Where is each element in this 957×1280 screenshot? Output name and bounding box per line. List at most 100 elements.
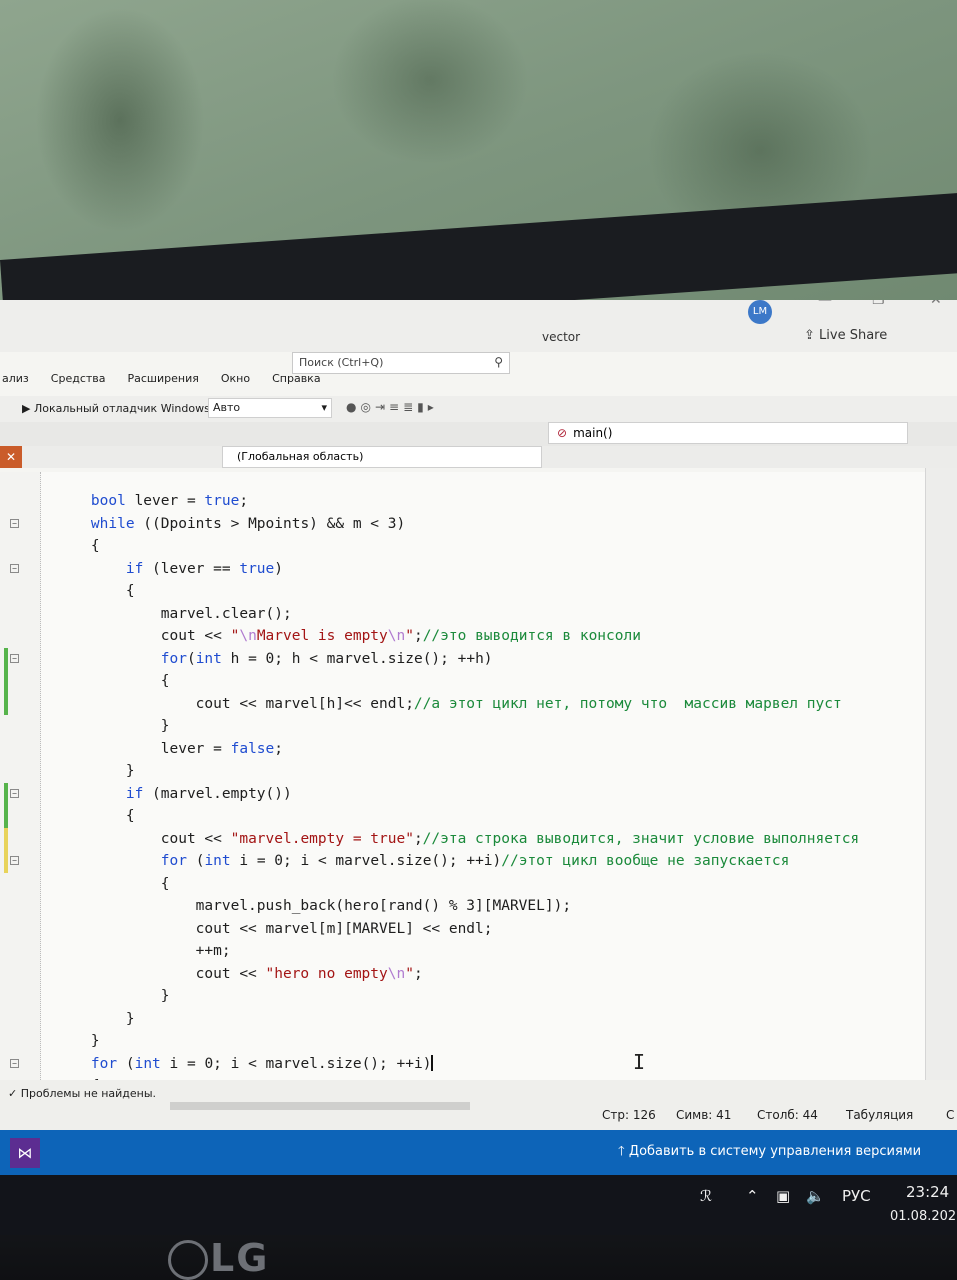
clock-time[interactable]: 23:24 <box>906 1183 949 1201</box>
project-name: vector <box>542 330 581 344</box>
horizontal-scrollbar[interactable] <box>170 1102 470 1110</box>
scope-dropdown[interactable]: (Глобальная область) <box>222 446 542 468</box>
start-debugger-button[interactable]: ▶ Локальный отладчик Windows ▾ <box>22 402 219 415</box>
fold-toggle-icon[interactable]: − <box>10 563 19 573</box>
visual-studio-icon[interactable]: ⋈ <box>10 1138 40 1168</box>
code-line[interactable]: } <box>0 715 859 738</box>
code-editor[interactable]: bool lever = true; − while ((Dpoints > Mp… <box>0 472 925 1094</box>
arrow-up-icon: 🡑 <box>618 1144 629 1159</box>
comment-icon[interactable]: ≡ <box>389 400 403 414</box>
step-icon[interactable]: ⇥ <box>375 400 389 414</box>
code-line[interactable]: { <box>0 670 859 693</box>
code-line[interactable]: cout << marvel[m][MARVEL] << endl; <box>0 918 859 941</box>
menu-item-analyze[interactable]: ализ <box>0 370 31 396</box>
char-number[interactable]: Симв: 41 <box>676 1108 731 1122</box>
code-line[interactable]: } <box>0 985 859 1008</box>
code-token: if <box>125 785 144 802</box>
change-marker <box>4 850 8 873</box>
volume-icon[interactable]: 🔈 <box>806 1187 825 1205</box>
fold-toggle-icon[interactable]: − <box>10 653 19 663</box>
member-dropdown[interactable]: ⊘ main() <box>548 422 908 444</box>
fold-toggle-icon[interactable]: − <box>10 856 19 865</box>
code-token: "marvel.empty = true" <box>230 830 414 847</box>
code-line[interactable]: lever = false; <box>0 738 859 761</box>
code-line[interactable]: − for(int h = 0; h < marvel.size(); ++h) <box>0 647 859 670</box>
menu-item-window[interactable]: Окно <box>219 370 252 396</box>
code-token: ( <box>186 650 196 667</box>
chevron-down-icon: ▾ <box>321 401 327 414</box>
menu-item-help[interactable]: Справка <box>270 370 322 396</box>
code-line[interactable]: { <box>0 805 859 828</box>
code-token: if <box>125 560 144 577</box>
search-box[interactable]: Поиск (Ctrl+Q) ⚲ <box>292 352 510 374</box>
code-line[interactable]: cout << "marvel.empty = true";//эта стро… <box>0 827 859 850</box>
network-icon[interactable]: ▣ <box>776 1187 790 1205</box>
text-caret <box>431 1054 434 1071</box>
code-line[interactable]: − for (int i = 0; i < marvel.size(); ++i… <box>0 1053 859 1076</box>
uncomment-icon[interactable]: ≣ <box>403 400 417 414</box>
breakpoint-icon[interactable]: ● <box>346 400 360 414</box>
code-line[interactable]: marvel.push_back(hero[rand() % 3][MARVEL… <box>0 895 859 918</box>
column-number[interactable]: Столб: 44 <box>757 1108 818 1122</box>
clock-date[interactable]: 01.08.202 <box>890 1209 956 1224</box>
code-token: ; <box>413 965 423 982</box>
bookmark-next-icon[interactable]: ▸ <box>428 400 438 414</box>
problems-text: Проблемы не найдены. <box>20 1087 157 1100</box>
code-token: " <box>405 965 414 982</box>
code-line[interactable]: cout << "\nMarvel is empty\n";//это выво… <box>0 625 859 648</box>
code-token: //этот цикл вообще не запускается <box>501 853 790 869</box>
menu-item-tools[interactable]: Средства <box>49 370 108 396</box>
code-line[interactable]: − if (marvel.empty()) <box>0 782 859 805</box>
restore-icon[interactable]: ❐ <box>872 300 885 308</box>
code-line[interactable]: { <box>0 535 859 558</box>
chevron-up-icon[interactable]: ⌃ <box>746 1187 759 1205</box>
people-icon[interactable]: ℛ <box>700 1187 712 1205</box>
code-line[interactable]: − if (lever == true) <box>0 558 859 581</box>
line-number[interactable]: Стр: 126 <box>602 1108 656 1122</box>
code-token: Marvel is empty <box>256 628 388 644</box>
minimize-icon[interactable]: — <box>818 300 832 308</box>
document-tab-close[interactable]: ✕ <box>0 446 22 468</box>
code-line[interactable]: bool lever = true; <box>0 490 859 513</box>
camera-icon[interactable]: ◎ <box>360 400 374 414</box>
code-line[interactable]: ++m; <box>0 940 859 963</box>
bookmark-icon[interactable]: ▮ <box>417 400 428 414</box>
toolbar-icons: ●◎⇥≡≣▮▸ <box>346 400 438 414</box>
code-line[interactable]: − while ((Dpoints > Mpoints) && m < 3) <box>0 513 859 536</box>
close-icon[interactable]: ✕ <box>930 300 942 308</box>
config-value: Авто <box>213 401 241 414</box>
user-avatar[interactable]: LM <box>748 300 772 324</box>
language-indicator[interactable]: РУС <box>842 1187 871 1205</box>
problems-indicator[interactable]: ✓ Проблемы не найдены. <box>8 1087 156 1100</box>
code-line[interactable]: { <box>0 873 859 896</box>
code-token: true <box>204 493 240 509</box>
change-marker <box>4 647 8 670</box>
config-select[interactable]: Авто ▾ <box>208 398 332 418</box>
code-line[interactable]: { <box>0 580 859 603</box>
code-line[interactable]: − for (int i = 0; i < marvel.size(); ++i… <box>0 850 859 873</box>
encoding-partial[interactable]: С <box>946 1108 954 1122</box>
code-line[interactable]: } <box>0 1008 859 1031</box>
fold-toggle-icon[interactable]: − <box>10 518 19 528</box>
menu-bar: ализ Средства Расширения Окно Справка <box>0 370 323 396</box>
status-bar: ⋈ 🡑 Добавить в систему управления версия… <box>0 1130 957 1175</box>
live-share-button[interactable]: ⇪ Live Share <box>804 328 887 343</box>
code-line[interactable]: } <box>0 760 859 783</box>
code-content[interactable]: bool lever = true; − while ((Dpoints > Mp… <box>0 490 859 1098</box>
code-token: lever = <box>56 740 231 757</box>
code-line[interactable]: cout << marvel[h]<< endl;//а этот цикл н… <box>0 692 859 715</box>
indent-mode[interactable]: Табуляция <box>846 1108 913 1122</box>
code-token: ; <box>274 740 283 757</box>
code-token: (marvel.empty()) <box>143 785 292 802</box>
add-to-source-control-button[interactable]: 🡑 Добавить в систему управления версиями <box>618 1142 921 1164</box>
fold-toggle-icon[interactable]: − <box>10 1058 19 1068</box>
code-line[interactable]: cout << "hero no empty\n"; <box>0 963 859 986</box>
code-line[interactable]: } <box>0 1030 859 1053</box>
fold-toggle-icon[interactable]: − <box>10 788 19 798</box>
code-line[interactable]: marvel.clear(); <box>0 603 859 626</box>
vertical-scrollbar[interactable] <box>925 468 957 1080</box>
code-token: ( <box>117 1055 135 1072</box>
menu-item-extensions[interactable]: Расширения <box>126 370 201 396</box>
